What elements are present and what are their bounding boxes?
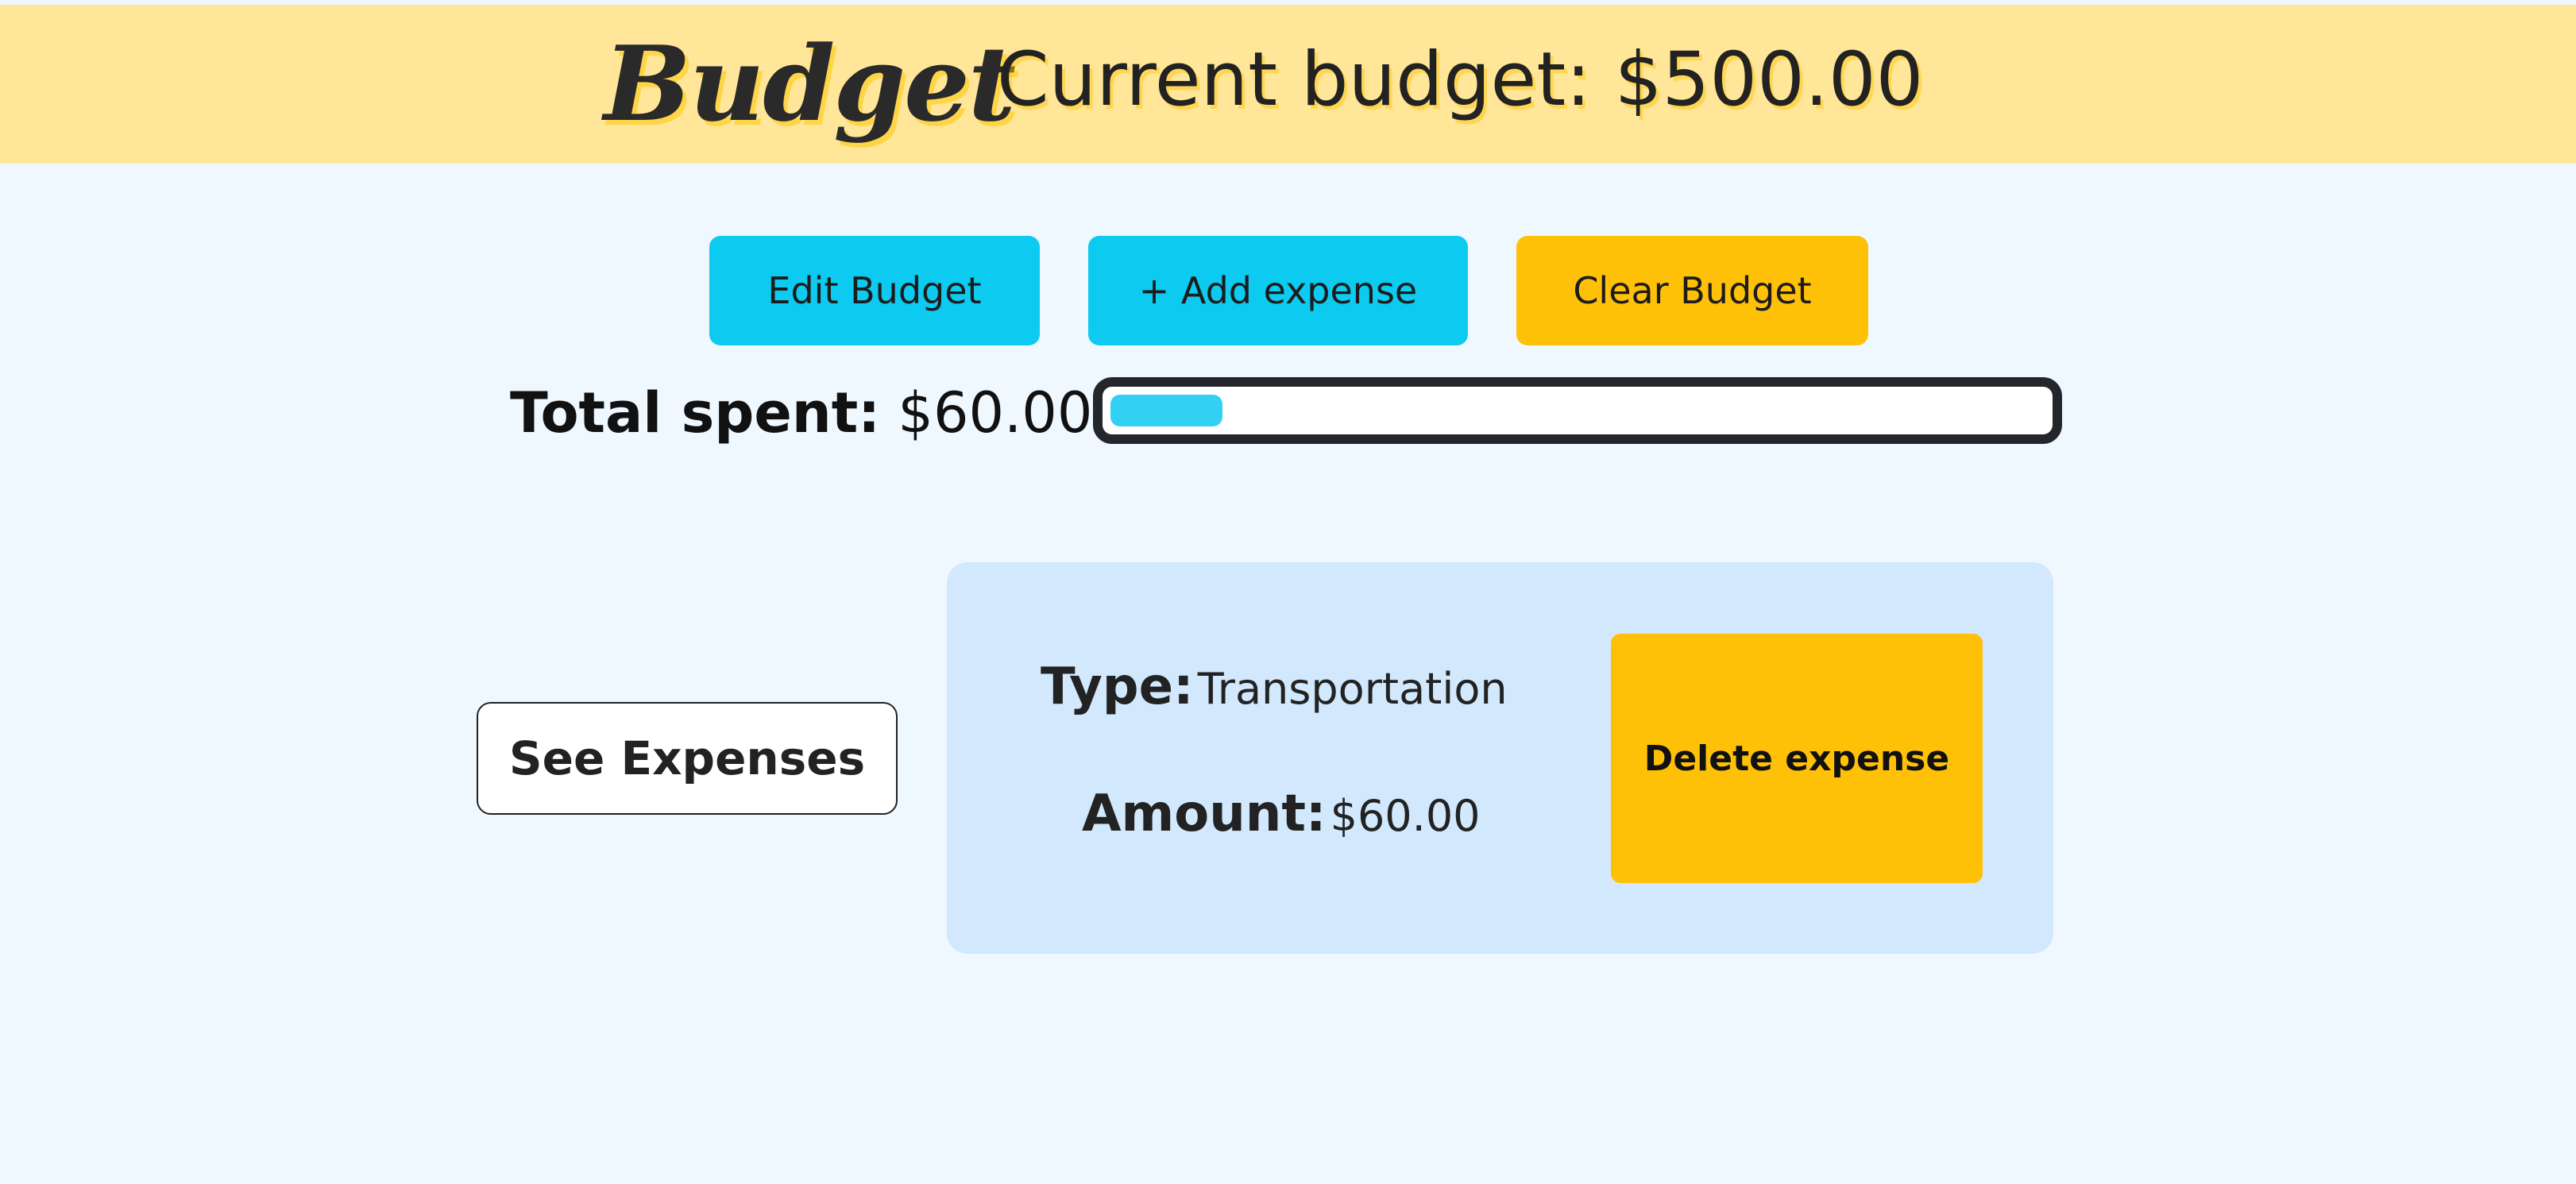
- expense-amount-value: $60.00: [1330, 791, 1481, 841]
- edit-budget-button[interactable]: Edit Budget: [709, 236, 1040, 345]
- total-spent-value: $60.00: [898, 380, 1093, 445]
- clear-budget-button[interactable]: Clear Budget: [1516, 236, 1868, 345]
- spending-progress-bar: [1093, 377, 2062, 444]
- add-expense-button[interactable]: + Add expense: [1088, 236, 1468, 345]
- expense-card: Type: Transportation Amount: $60.00 Dele…: [947, 562, 2053, 954]
- current-budget-heading: Current budget: $500.00: [997, 37, 1924, 123]
- expense-type-label: Type:: [1041, 658, 1194, 716]
- expense-type-value: Transportation: [1197, 664, 1508, 714]
- expense-amount: Amount: $60.00: [1082, 785, 1481, 843]
- app-header: Budget Current budget: $500.00: [0, 5, 2576, 164]
- expense-amount-label: Amount:: [1082, 785, 1327, 843]
- delete-expense-button[interactable]: Delete expense: [1611, 634, 1983, 883]
- brand-logo: Budget: [604, 23, 1016, 145]
- expense-type: Type: Transportation: [1041, 658, 1508, 716]
- total-spent-label: Total spent:: [510, 380, 881, 445]
- see-expenses-button[interactable]: See Expenses: [477, 702, 898, 815]
- spending-progress-fill: [1110, 395, 1222, 426]
- total-spent: Total spent: $60.00: [510, 373, 1092, 453]
